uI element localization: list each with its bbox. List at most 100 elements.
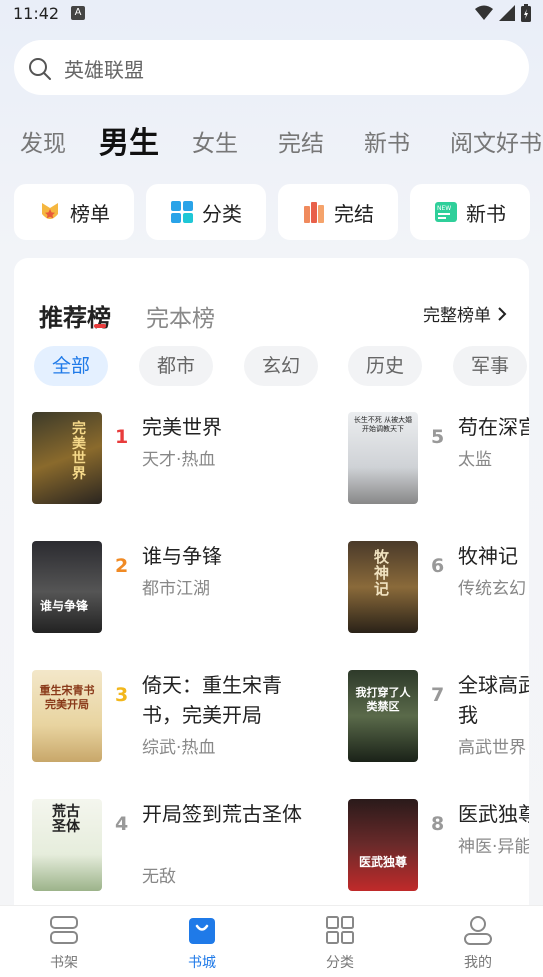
book-tags: 传统玄幻 xyxy=(458,579,526,599)
tab-yuewen-picks[interactable]: 阅文好书 xyxy=(450,124,542,158)
book-title: 牧神记 xyxy=(458,544,518,568)
cover-title: 我打穿了人类禁区 xyxy=(355,686,411,713)
book-tags: 都市江湖 xyxy=(142,579,210,599)
quick-new[interactable]: NEW 新书 xyxy=(410,184,530,240)
notification-icon: A xyxy=(71,6,85,20)
cover-title: 重生宋青书完美开局 xyxy=(39,684,95,711)
tab-discover[interactable]: 发现 xyxy=(20,124,66,158)
book-title: 倚天：重生宋青书，完美开局 xyxy=(142,673,282,727)
completed-rank-tab[interactable]: 完本榜 xyxy=(146,299,215,333)
book-title: 谁与争锋 xyxy=(142,544,222,568)
book-item[interactable]: 重生宋青书完美开局 3 倚天：重生宋青书，完美开局 综武·热血 xyxy=(32,670,332,770)
quick-category-label: 分类 xyxy=(202,201,242,226)
cover-title: 荒古圣体 xyxy=(52,804,80,835)
nav-profile[interactable]: 我的 xyxy=(433,914,523,972)
genre-all[interactable]: 全部 xyxy=(34,346,109,386)
active-tab-indicator xyxy=(94,324,106,328)
user-icon xyxy=(464,916,492,945)
book-tags: 无敌 xyxy=(142,867,176,887)
books-icon xyxy=(304,202,324,223)
genre-urban[interactable]: 都市 xyxy=(139,346,214,386)
bookstore-icon xyxy=(189,918,215,944)
book-item[interactable]: 长生不死 从被大婚开始调教天下 5 苟在深宫 太监 xyxy=(348,412,529,512)
nav-profile-label: 我的 xyxy=(464,955,492,971)
quick-category[interactable]: 分类 xyxy=(146,184,266,240)
genre-military[interactable]: 军事 xyxy=(453,346,528,386)
rank-number: 1 xyxy=(115,426,129,448)
book-tags: 高武世界 xyxy=(458,738,526,758)
book-title: 苟在深宫 xyxy=(458,415,529,439)
rank-number: 5 xyxy=(431,426,445,448)
quick-completed-label: 完结 xyxy=(334,201,374,226)
full-list-link[interactable]: 完整榜单 xyxy=(423,301,507,326)
rank-number: 3 xyxy=(115,684,129,706)
book-cover: 谁与争锋 xyxy=(32,541,102,633)
medal-icon xyxy=(42,203,58,219)
rank-number: 4 xyxy=(115,813,129,835)
book-tags: 综武·热血 xyxy=(142,738,216,758)
cover-title: 长生不死 从被大婚开始调教天下 xyxy=(353,416,413,433)
signal-icon xyxy=(499,5,515,21)
rank-number: 8 xyxy=(431,813,445,835)
book-title: 医武独尊 xyxy=(458,802,529,826)
book-cover: 重生宋青书完美开局 xyxy=(32,670,102,762)
search-icon xyxy=(29,58,51,80)
rank-number: 7 xyxy=(431,684,445,706)
book-cover: 长生不死 从被大婚开始调教天下 xyxy=(348,412,418,504)
search-placeholder: 英雄联盟 xyxy=(64,58,144,82)
battery-icon xyxy=(521,4,531,22)
rank-number: 6 xyxy=(431,555,445,577)
cover-title: 谁与争锋 xyxy=(40,599,89,613)
quick-links: 榜单 分类 完结 NEW 新书 xyxy=(0,184,543,240)
book-cover: 牧神记 xyxy=(348,541,418,633)
nav-bookstore-label: 书城 xyxy=(188,955,216,971)
full-list-label: 完整榜单 xyxy=(423,306,491,326)
grid-icon xyxy=(171,201,193,223)
chevron-right-icon xyxy=(498,306,507,321)
book-tags: 神医·异能 xyxy=(458,837,529,857)
nav-bookshelf-label: 书架 xyxy=(50,955,78,971)
book-cover: 荒古圣体 xyxy=(32,799,102,891)
cover-title: 牧神记 xyxy=(374,548,390,598)
bookshelf-icon xyxy=(50,916,78,944)
book-item[interactable]: 医武独尊 8 医武独尊 神医·异能 xyxy=(348,799,529,899)
cover-title: 完美世界 xyxy=(72,421,86,482)
genre-filter: 全部 都市 玄幻 历史 军事 xyxy=(34,346,529,388)
book-item[interactable]: 谁与争锋 2 谁与争锋 都市江湖 xyxy=(32,541,332,641)
nav-category[interactable]: 分类 xyxy=(295,914,385,972)
search-bar[interactable]: 英雄联盟 xyxy=(14,40,529,95)
status-bar: 11:42 A xyxy=(0,0,543,30)
tab-new[interactable]: 新书 xyxy=(364,124,410,158)
book-tags: 太监 xyxy=(458,450,492,470)
tab-male[interactable]: 男生 xyxy=(99,118,159,162)
nav-bookshelf[interactable]: 书架 xyxy=(19,914,109,972)
category-grid-icon xyxy=(326,916,354,944)
rank-number: 2 xyxy=(115,555,129,577)
quick-completed[interactable]: 完结 xyxy=(278,184,398,240)
book-title: 完美世界 xyxy=(142,415,222,439)
bottom-nav: 书架 书城 分类 我的 xyxy=(0,905,543,977)
book-item[interactable]: 我打穿了人类禁区 7 全球高武：成神，我 高武世界 xyxy=(348,670,529,770)
status-icons xyxy=(475,4,531,22)
wifi-icon xyxy=(475,5,493,20)
ranking-card: 推荐榜 完本榜 完整榜单 全部 都市 玄幻 历史 军事 完美世界 1 完美世界 … xyxy=(14,258,529,918)
quick-ranking-label: 榜单 xyxy=(70,201,110,226)
nav-bookstore[interactable]: 书城 xyxy=(157,914,247,972)
book-item[interactable]: 荒古圣体 4 开局签到荒古圣体 无敌 xyxy=(32,799,332,899)
status-time: 11:42 xyxy=(13,4,60,23)
genre-history[interactable]: 历史 xyxy=(348,346,423,386)
book-tags: 天才·热血 xyxy=(142,450,216,470)
tab-female[interactable]: 女生 xyxy=(192,124,238,158)
book-title: 开局签到荒古圣体 xyxy=(142,802,302,826)
new-badge-icon: NEW xyxy=(435,202,457,222)
channel-tabs: 发现 男生 女生 完结 新书 阅文好书 xyxy=(0,110,543,170)
quick-ranking[interactable]: 榜单 xyxy=(14,184,134,240)
cover-title: 医武独尊 xyxy=(358,855,407,869)
book-cover: 医武独尊 xyxy=(348,799,418,891)
nav-category-label: 分类 xyxy=(326,955,354,971)
genre-fantasy[interactable]: 玄幻 xyxy=(244,346,319,386)
book-item[interactable]: 牧神记 6 牧神记 传统玄幻 xyxy=(348,541,529,641)
book-item[interactable]: 完美世界 1 完美世界 天才·热血 xyxy=(32,412,332,512)
tab-completed[interactable]: 完结 xyxy=(278,124,324,158)
book-title: 全球高武：成神，我 xyxy=(458,673,529,727)
